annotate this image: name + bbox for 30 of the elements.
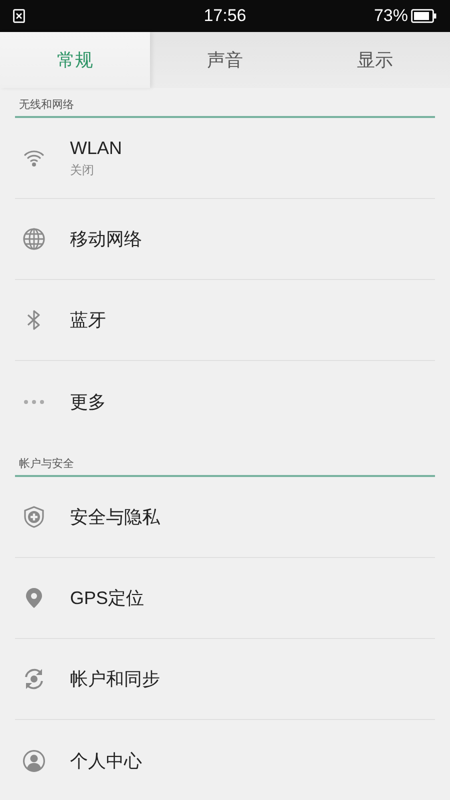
settings-item[interactable]: 帐户和同步 [15, 639, 435, 720]
more-icon [24, 400, 44, 404]
item-label: 帐户和同步 [70, 668, 160, 691]
sync-icon [22, 667, 46, 691]
settings-item[interactable]: 更多 [15, 361, 435, 442]
settings-item[interactable]: 个人中心 [15, 720, 435, 800]
settings-item[interactable]: GPS定位 [15, 558, 435, 639]
tab[interactable]: 声音 [150, 32, 300, 88]
clock: 17:56 [204, 6, 246, 26]
globe-icon [22, 227, 46, 251]
shield-icon [22, 505, 46, 529]
person-icon [22, 748, 46, 772]
settings-item[interactable]: 移动网络 [15, 199, 435, 280]
section-header: 帐户与安全 [15, 442, 435, 477]
tab[interactable]: 显示 [300, 32, 450, 88]
item-label: WLAN [70, 138, 122, 158]
item-label: 个人中心 [70, 750, 142, 772]
settings-item[interactable]: WLAN 关闭 [15, 118, 435, 199]
settings-item[interactable]: 安全与隐私 [15, 477, 435, 558]
settings-item[interactable]: 蓝牙 [15, 280, 435, 361]
item-label: 安全与隐私 [70, 506, 160, 529]
battery-icon [410, 9, 437, 23]
notification-icon [13, 9, 25, 23]
item-label: 移动网络 [70, 228, 142, 251]
item-label: 蓝牙 [70, 309, 106, 332]
item-label: 更多 [70, 390, 106, 414]
battery-percent: 73% [374, 6, 408, 26]
item-status: 关闭 [70, 162, 95, 178]
item-label: GPS定位 [70, 587, 144, 610]
section-header: 无线和网络 [15, 88, 435, 118]
